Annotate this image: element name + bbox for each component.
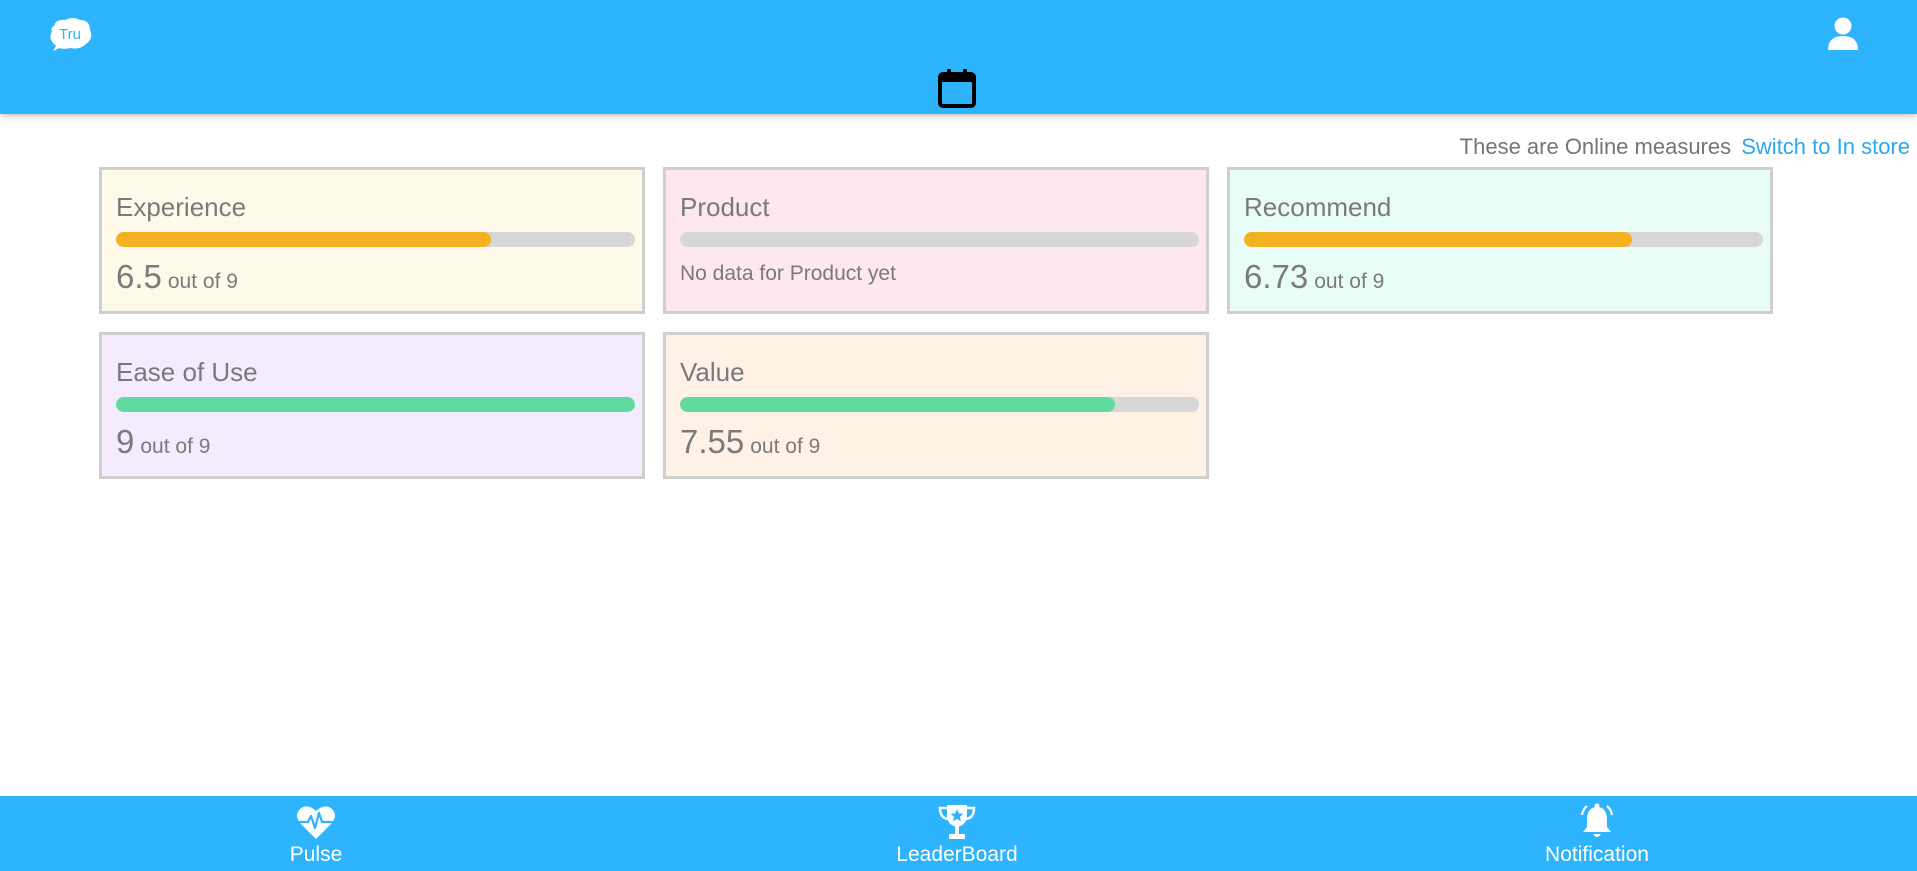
nav-label: LeaderBoard <box>896 843 1018 866</box>
top-bar: Tru <box>0 0 1917 114</box>
user-icon[interactable] <box>1825 16 1861 52</box>
nav-label: Notification <box>1545 843 1649 866</box>
score-value: 6.73 <box>1244 258 1309 295</box>
bottom-nav: Pulse LeaderBoard Notification <box>0 796 1917 871</box>
measures-info-text: These are Online measures <box>1459 134 1732 159</box>
card-title: Value <box>680 357 745 387</box>
nav-item-notification[interactable]: Notification <box>1477 796 1717 871</box>
progress-bar <box>1244 232 1763 247</box>
progress-bar-fill <box>1244 232 1633 247</box>
progress-bar <box>680 232 1199 247</box>
progress-bar <box>680 397 1199 412</box>
progress-bar <box>116 232 635 247</box>
nav-label: Pulse <box>289 843 343 866</box>
calendar-icon[interactable] <box>937 67 977 109</box>
score: 7.55 out of 9 <box>680 423 820 461</box>
tru-logo-icon[interactable]: Tru <box>48 16 94 52</box>
bell-icon <box>1580 803 1614 837</box>
progress-bar <box>116 397 635 412</box>
card-title: Recommend <box>1244 192 1392 222</box>
score: 6.5 out of 9 <box>116 258 238 296</box>
card-ease-of-use[interactable]: Ease of Use 9 out of 9 <box>99 332 645 479</box>
trophy-icon <box>938 805 976 839</box>
card-value[interactable]: Value 7.55 out of 9 <box>663 332 1209 479</box>
score-value: 7.55 <box>680 423 745 460</box>
progress-bar-fill <box>116 397 635 412</box>
progress-bar-fill <box>116 232 491 247</box>
card-title: Ease of Use <box>116 357 258 387</box>
card-product[interactable]: Product No data for Product yet <box>663 167 1209 314</box>
score-suffix: out of 9 <box>750 435 821 458</box>
score-suffix: out of 9 <box>1314 270 1385 293</box>
score-suffix: out of 9 <box>167 270 238 293</box>
card-experience[interactable]: Experience 6.5 out of 9 <box>99 167 645 314</box>
no-data-message: No data for Product yet <box>680 262 896 285</box>
card-title: Experience <box>116 192 247 222</box>
card-recommend[interactable]: Recommend 6.73 out of 9 <box>1227 167 1773 314</box>
score-suffix: out of 9 <box>140 435 211 458</box>
heart-pulse-icon <box>297 806 335 839</box>
score: 6.73 out of 9 <box>1244 258 1384 296</box>
nav-item-pulse[interactable]: Pulse <box>196 796 436 871</box>
switch-to-in-store-link[interactable]: Switch to In store <box>1741 134 1910 159</box>
score: 9 out of 9 <box>116 423 210 461</box>
measures-info: These are Online measures Switch to In s… <box>1460 134 1910 160</box>
nav-item-leaderboard[interactable]: LeaderBoard <box>837 796 1077 871</box>
logo-text: Tru <box>59 26 81 43</box>
card-title: Product <box>680 192 770 222</box>
progress-bar-fill <box>680 397 1116 412</box>
score-value: 6.5 <box>116 258 162 295</box>
score-value: 9 <box>116 423 135 460</box>
